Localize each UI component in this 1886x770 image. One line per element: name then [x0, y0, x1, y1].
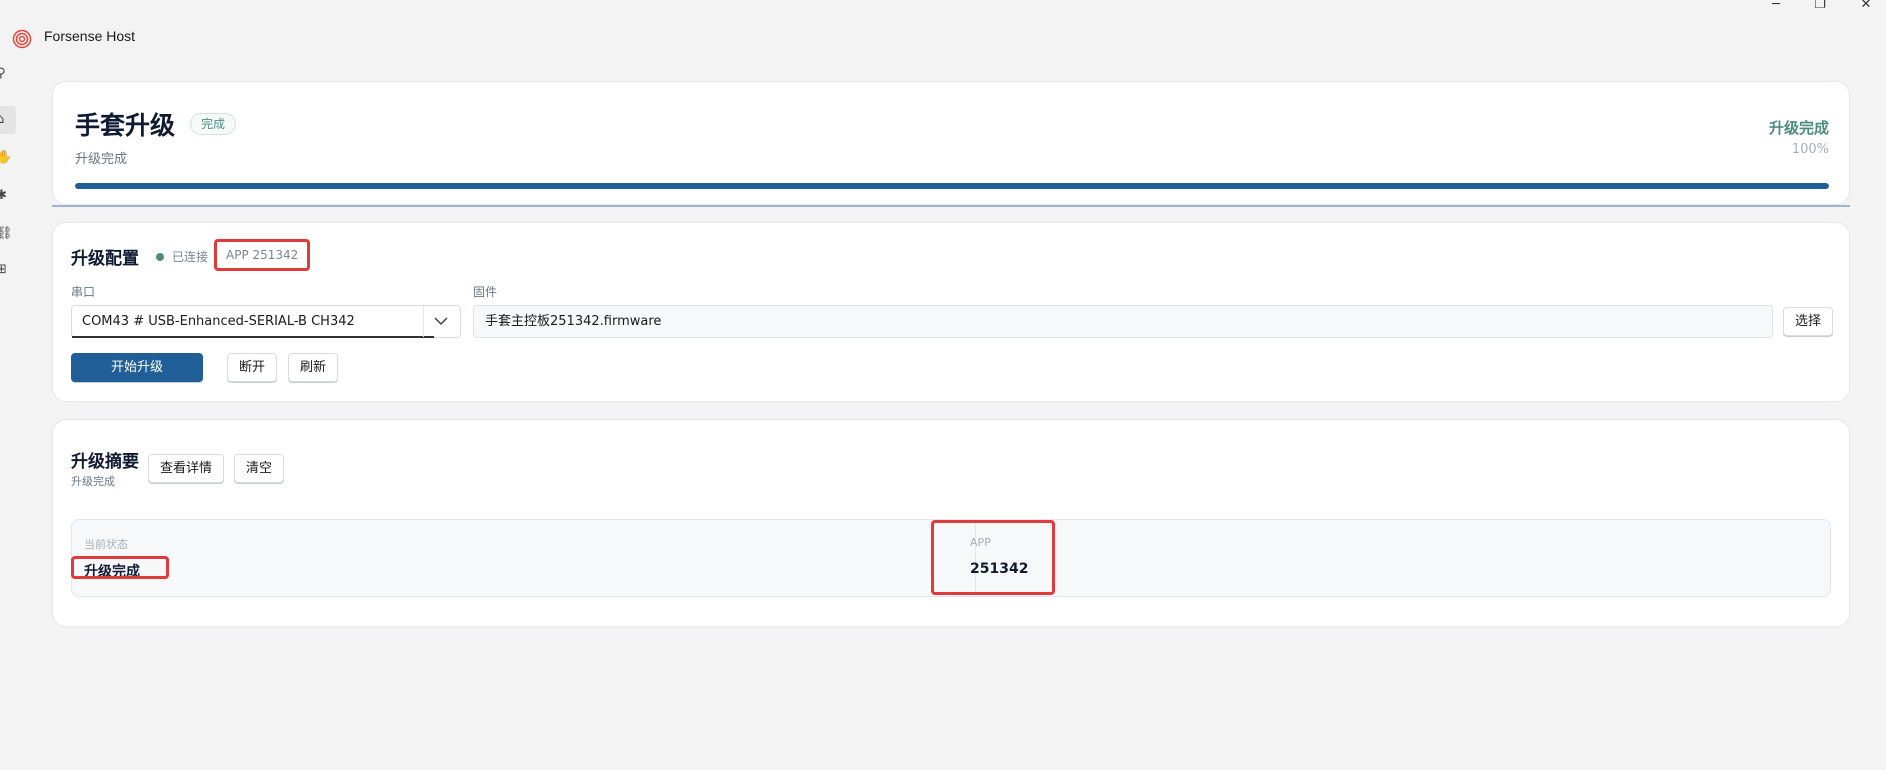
progress-bar-fill: [75, 183, 1829, 189]
app-title: Forsense Host: [44, 28, 136, 44]
highlight-app-version: [931, 520, 1055, 595]
section-divider: [52, 205, 1850, 207]
app-logo-icon: [12, 29, 32, 49]
serial-port-value: COM43 # USB-Enhanced-SERIAL-B CH342: [82, 314, 355, 329]
refresh-button[interactable]: 刷新: [288, 353, 339, 382]
summary-section-title: 升级摘要: [71, 452, 139, 472]
sidebar-nav: ⚲ ⌂ ✋ ✱ ⛓ ⊞: [0, 60, 18, 300]
home-icon[interactable]: ⌂: [0, 106, 16, 134]
clear-button[interactable]: 清空: [234, 454, 285, 483]
select-firmware-button[interactable]: 选择: [1783, 307, 1834, 336]
view-details-button[interactable]: 查看详情: [148, 454, 225, 483]
grid-icon[interactable]: ⊞: [0, 256, 16, 284]
status-badge: 完成: [190, 113, 237, 135]
progress-status-label: 升级完成: [1768, 119, 1829, 137]
user-icon[interactable]: ⚲: [0, 60, 16, 88]
page-subtitle: 升级完成: [75, 152, 128, 167]
select-focus-underline: [72, 336, 434, 338]
connection-status-dot: [156, 253, 164, 261]
progress-bar: [75, 183, 1829, 189]
page-title: 手套升级: [75, 111, 176, 140]
hand-icon[interactable]: ✋: [0, 144, 16, 172]
progress-percent: 100%: [1791, 142, 1829, 157]
close-icon[interactable]: ✕: [1846, 0, 1886, 12]
title-bar: Forsense Host ─ ❐ ✕: [0, 0, 1886, 60]
disconnect-button[interactable]: 断开: [227, 353, 278, 382]
maximize-icon[interactable]: ❐: [1800, 0, 1840, 12]
upgrade-config-card: 升级配置 已连接 APP 251342 串口 COM43 # USB-Enhan…: [52, 222, 1850, 402]
serial-port-label: 串口: [71, 285, 96, 299]
upgrade-header-card: 手套升级 完成 升级完成 升级完成 100%: [52, 81, 1850, 205]
connection-status-text: 已连接: [172, 250, 209, 264]
firmware-path-value: 手套主控板251342.firmware: [485, 314, 662, 329]
minimize-icon[interactable]: ─: [1756, 0, 1796, 12]
config-section-title: 升级配置: [71, 249, 139, 269]
link-icon[interactable]: ⛓: [0, 220, 16, 248]
chevron-down-icon[interactable]: [431, 313, 451, 329]
summary-subtitle: 升级完成: [71, 475, 115, 488]
select-separator: [423, 306, 424, 337]
highlight-current-status: [71, 556, 169, 579]
app-version-badge: APP 251342: [214, 239, 311, 271]
settings-icon[interactable]: ✱: [0, 182, 16, 210]
firmware-path-field[interactable]: 手套主控板251342.firmware: [473, 305, 1773, 338]
start-upgrade-button[interactable]: 开始升级: [71, 353, 203, 382]
serial-port-select[interactable]: COM43 # USB-Enhanced-SERIAL-B CH342: [71, 305, 461, 338]
firmware-label: 固件: [473, 285, 498, 299]
current-status-label: 当前状态: [84, 538, 128, 551]
